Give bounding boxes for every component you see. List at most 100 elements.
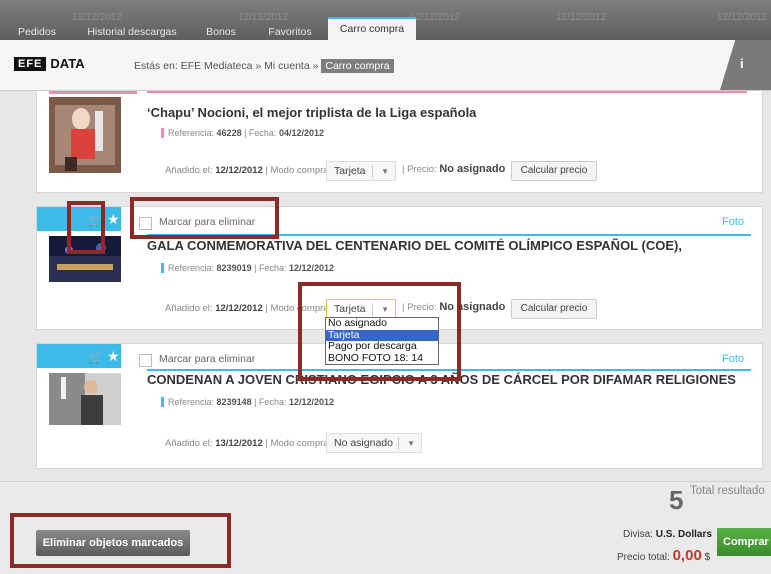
price-info: | Precio: No asignado [402,163,506,175]
currency-symbol: $ [704,552,711,563]
tab-pedidos[interactable]: Pedidos [14,25,60,40]
price-value: No asignado [439,301,506,313]
mode-dropdown-list[interactable]: No asignado Tarjeta Pago por descarga BO… [325,317,439,365]
total-price: Precio total: 0,00 $ [617,547,710,564]
item-thumbnail[interactable] [49,236,121,282]
cart-item-list[interactable]: ‘Chapu’ Nocioni, el mejor triplista de l… [0,91,771,481]
item-reference: Referencia: 8239148 | Fecha: 12/12/2012 [161,397,334,407]
page-header: EFE DATA Estás en: EFE Mediateca » Mi cu… [0,40,771,91]
total-value: 0,00 [672,547,702,564]
item-divider [147,234,751,236]
price-info: | Precio: No asignado [402,301,506,313]
cart-item: 🛒 ★ Marcar para eliminar Foto GALA CONME… [36,206,763,330]
fecha-value: 04/12/2012 [278,128,324,138]
result-count-label: Total resultado [690,485,765,497]
item-action-bar: 🛒 ★ [37,207,121,231]
item-added: Añadido el: 12/12/2012 | Modo compra: [165,165,332,176]
item-divider [147,369,751,371]
item-reference: Referencia: 8239019 | Fecha: 12/12/2012 [161,263,334,273]
item-action-bar: 🛒 ★ [37,344,121,368]
background-date: 12/12/2012 [238,12,289,23]
fecha-label: Fecha: [258,263,287,273]
mode-value: Tarjeta [334,165,366,177]
tab-carro-compra[interactable]: Carro compra [328,17,416,40]
price-value: No asignado [439,163,506,175]
mode-select[interactable]: No asignado ▼ [326,433,422,453]
added-label: Añadido el: [165,165,213,176]
added-value: 12/12/2012 [215,165,263,176]
calc-price-button[interactable]: Calcular precio [511,299,597,319]
mode-label: Modo compra: [270,303,332,314]
mark-delete-label[interactable]: Marcar para eliminar [159,216,255,228]
fecha-label: Fecha: [248,128,277,138]
top-tab-bar: 12/12/2012 12/12/2012 12/12/2012 12/12/2… [0,0,771,40]
tab-bonos[interactable]: Bonos [200,25,242,40]
added-label: Añadido el: [165,303,213,314]
chevron-down-icon: ▼ [381,167,389,176]
item-title[interactable]: ‘Chapu’ Nocioni, el mejor triplista de l… [147,105,476,120]
breadcrumb-current: Carro compra [321,59,394,73]
dropdown-option[interactable]: BONO FOTO 18: 14 [326,352,438,365]
fecha-label: Fecha: [258,397,287,407]
breadcrumb-path[interactable]: Estás en: EFE Mediateca » Mi cuenta » [134,60,318,72]
delete-marked-button[interactable]: Eliminar objetos marcados [36,530,190,556]
buy-button[interactable]: Comprar [717,528,771,556]
cart-footer: 5 Total resultado Eliminar objetos marca… [0,481,771,574]
mode-label: Modo compra: [270,438,332,449]
added-value: 12/12/2012 [215,303,263,314]
ref-value: 8239019 [216,263,252,273]
logo-data: DATA [50,56,85,71]
select-divider [398,437,399,450]
background-date: 12/12/2012 [556,12,607,23]
select-divider [372,165,373,178]
added-value: 13/12/2012 [215,438,263,449]
item-thumbnail[interactable] [49,97,121,173]
mark-delete-label[interactable]: Marcar para eliminar [159,353,255,365]
ref-value: 8239148 [216,397,252,407]
item-reference: Referencia: 46228 | Fecha: 04/12/2012 [161,128,324,138]
mode-select[interactable]: Tarjeta ▼ [326,161,396,181]
total-label: Precio total: [617,552,670,563]
logo-efe: EFE [14,56,47,71]
item-title[interactable]: CONDENAN A JOVEN CRISTIANO EGIPCIO A 3 A… [147,372,736,387]
fecha-value: 12/12/2012 [288,397,335,407]
price-label: Precio: [407,302,437,313]
price-label: Precio: [407,164,437,175]
item-type: Foto [721,216,744,228]
mode-select[interactable]: Tarjeta ▼ [326,299,396,319]
item-added: Añadido el: 12/12/2012 | Modo compra: [165,303,332,314]
star-icon[interactable]: ★ [107,211,120,228]
delete-checkbox[interactable] [139,217,152,230]
star-icon[interactable]: ★ [107,348,120,365]
cart-icon[interactable]: 🛒 [88,350,103,364]
pink-tab [49,91,137,94]
background-date: 12/12/2012 [717,12,768,23]
cart-item: ‘Chapu’ Nocioni, el mejor triplista de l… [36,91,763,193]
item-type: Foto [721,353,744,365]
info-icon: i [740,56,744,71]
background-date: 12/12/2012 [410,12,461,23]
ref-label: Referencia: [168,397,215,407]
item-title[interactable]: GALA CONMEMORATIVA DEL CENTENARIO DEL CO… [147,238,682,253]
mode-value: No asignado [334,437,393,449]
currency-value: U.S. Dollars [655,529,712,540]
mode-value: Tarjeta [334,303,366,315]
delete-checkbox[interactable] [139,354,152,367]
currency-label: Divisa: [623,529,654,540]
dropdown-option[interactable]: Pago por descarga [326,340,438,353]
result-count: 5 [669,485,684,515]
dropdown-option[interactable]: No asignado [326,317,438,330]
item-thumbnail[interactable] [49,373,121,425]
tab-historial-descargas[interactable]: Historial descargas [84,25,180,40]
pink-line [147,91,747,93]
info-button[interactable]: i [720,40,771,90]
fecha-value: 12/12/2012 [288,263,335,273]
ref-label: Referencia: [168,263,215,273]
item-added: Añadido el: 13/12/2012 | Modo compra: [165,438,332,449]
tab-favoritos[interactable]: Favoritos [262,25,318,40]
efe-data-logo[interactable]: EFE DATA [14,56,85,71]
cart-icon[interactable]: 🛒 [88,213,103,227]
mode-label: Modo compra: [270,165,332,176]
calc-price-button[interactable]: Calcular precio [511,161,597,181]
select-divider [372,303,373,316]
